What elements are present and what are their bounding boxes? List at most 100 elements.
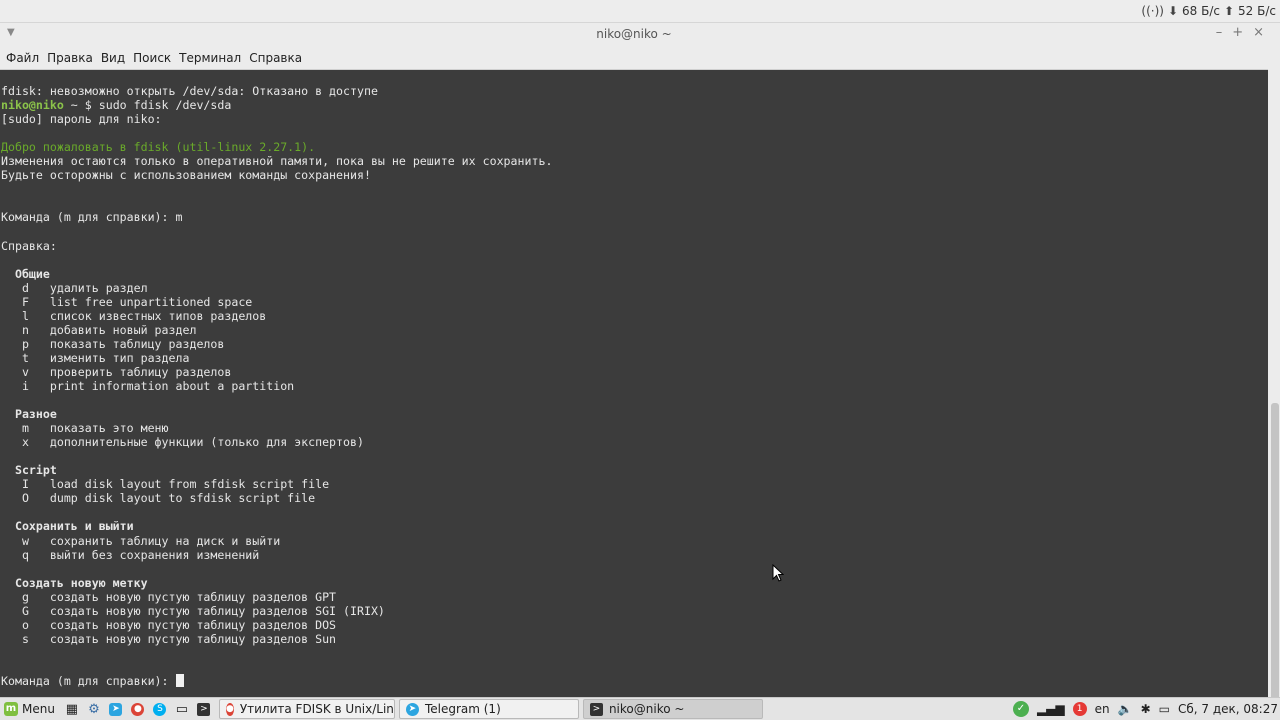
line-text: Изменения остаются только в оперативной … [1, 154, 553, 169]
menu-help[interactable]: Справка [246, 51, 307, 65]
taskbar: m Menu ▦ ⚙ ➤ ● S ▭ > ● Утилита FDISK в U… [0, 697, 1280, 720]
line-text: Создать новую метку [1, 575, 148, 590]
network-speed-indicator[interactable]: ((·)) ⬇ 68 Б/с ⬆ 52 Б/с [1141, 0, 1276, 22]
settings-icon[interactable]: ⚙ [84, 699, 104, 719]
minimize-icon[interactable]: – [1216, 25, 1223, 40]
terminal-line: g создать новую пустую таблицу разделов … [1, 590, 552, 604]
task-label: Утилита FDISK в Unix/Lin... [239, 702, 395, 716]
line-text: Команда (m для справки): m [1, 210, 183, 225]
menu-terminal[interactable]: Терминал [176, 51, 246, 65]
bluetooth-icon[interactable]: ✱ [1141, 702, 1151, 716]
line-text: Script [1, 463, 57, 478]
telegram-icon[interactable]: ➤ [106, 699, 126, 719]
menubar: Файл Правка Вид Поиск Терминал Справка [0, 47, 1271, 70]
show-desktop-icon[interactable]: ▭ [172, 699, 192, 719]
menu-edit[interactable]: Правка [44, 51, 98, 65]
clock[interactable]: Сб, 7 дек, 08:27 [1178, 702, 1278, 716]
terminal-line: fdisk: невозможно открыть /dev/sda: Отка… [1, 84, 552, 98]
window-controls: – + × [1216, 25, 1264, 40]
terminal-line: Справка: [1, 239, 552, 253]
chrome-icon[interactable]: ● [128, 699, 148, 719]
chrome-icon: ● [225, 702, 234, 716]
line-text: F list free unpartitioned space [1, 294, 253, 309]
terminal-line: O dump disk layout to sfdisk script file [1, 491, 552, 505]
line-text: Будьте осторожны с использованием команд… [1, 168, 371, 183]
terminal-line: Будьте осторожны с использованием команд… [1, 168, 552, 182]
line-text: Добро пожаловать в fdisk (util-linux 2.2… [1, 140, 316, 155]
prompt-user: niko@niko [1, 98, 64, 113]
line-text: x дополнительные функции (только для экс… [1, 435, 364, 450]
terminal-output[interactable]: fdisk: невозможно открыть /dev/sda: Отка… [0, 70, 1268, 696]
line-text: w сохранить таблицу на диск и выйти [1, 533, 281, 548]
update-manager-icon[interactable]: ✓ [1012, 701, 1029, 717]
task-telegram[interactable]: ➤ Telegram (1) [398, 699, 579, 719]
volume-icon[interactable]: 🔈 [1118, 702, 1133, 716]
download-speed: 68 Б/с [1182, 4, 1220, 18]
line-text: l список известных типов разделов [1, 308, 267, 323]
terminal-text: fdisk: невозможно открыть /dev/sda: Отка… [1, 84, 552, 688]
terminal-line: p показать таблицу разделов [1, 337, 552, 351]
terminal-line: [sudo] пароль для niko: [1, 112, 552, 126]
line-text: sudo fdisk /dev/sda [98, 98, 232, 113]
menu-search[interactable]: Поиск [130, 51, 176, 65]
line-text: t изменить тип раздела [1, 350, 190, 365]
upload-speed: 52 Б/с [1238, 4, 1276, 18]
line-text: Команда (m для справки): [1, 673, 176, 688]
menu-view[interactable]: Вид [98, 51, 130, 65]
task-chrome[interactable]: ● Утилита FDISK в Unix/Lin... [218, 699, 395, 719]
terminal-line: niko@niko ~ $ sudo fdisk /dev/sda [1, 98, 552, 112]
terminal-line: x дополнительные функции (только для экс… [1, 435, 552, 449]
window-titlebar[interactable]: ▼ niko@niko ~ – + × [0, 23, 1268, 47]
upload-arrow-icon: ⬆ [1223, 4, 1235, 18]
line-text: i print information about a partition [1, 378, 295, 393]
terminal-line: Сохранить и выйти [1, 519, 552, 533]
line-text: I load disk layout from sfdisk script fi… [1, 477, 330, 492]
network-bars-icon[interactable]: ▂▄▆ [1037, 702, 1065, 716]
line-text: fdisk: невозможно открыть /dev/sda: Отка… [1, 84, 378, 98]
terminal-line: t изменить тип раздела [1, 351, 552, 365]
scrollbar-thumb[interactable] [1271, 403, 1279, 720]
task-label: niko@niko ~ [608, 702, 685, 716]
terminal-line: d удалить раздел [1, 281, 552, 295]
terminal-launcher-icon[interactable]: > [194, 699, 214, 719]
line-text: Справка: [1, 238, 57, 253]
keyboard-layout[interactable]: en [1095, 702, 1110, 716]
system-tray: ✓ ▂▄▆ 1 en 🔈 ✱ ▭ Сб, 7 дек, 08:27 [1012, 698, 1278, 720]
battery-icon[interactable]: ▭ [1159, 702, 1170, 716]
mint-logo-icon: m [4, 702, 18, 716]
terminal-line: Создать новую метку [1, 576, 552, 590]
terminal-line: Команда (m для справки): m [1, 210, 552, 224]
terminal-line: Изменения остаются только в оперативной … [1, 154, 552, 168]
terminal-line: n добавить новый раздел [1, 323, 552, 337]
terminal-icon: > [589, 702, 603, 716]
task-terminal[interactable]: > niko@niko ~ [582, 699, 763, 719]
close-icon[interactable]: × [1253, 25, 1264, 40]
line-text: v проверить таблицу разделов [1, 364, 232, 379]
terminal-scrollbar[interactable] [1268, 23, 1280, 720]
line-text: Разное [1, 407, 57, 422]
line-text: Общие [1, 266, 50, 281]
notification-count[interactable]: 1 [1072, 702, 1087, 716]
terminal-line: Команда (m для справки): [1, 673, 552, 688]
terminal-line: Разное [1, 407, 552, 421]
terminal-line: Общие [1, 267, 552, 281]
task-label: Telegram (1) [424, 702, 501, 716]
terminal-line: w сохранить таблицу на диск и выйти [1, 534, 552, 548]
terminal-line: F list free unpartitioned space [1, 295, 552, 309]
line-text: d удалить раздел [1, 280, 148, 295]
terminal-line: m показать это меню [1, 421, 552, 435]
file-manager-icon[interactable]: ▦ [62, 699, 82, 719]
menu-file[interactable]: Файл [3, 51, 44, 65]
line-text: n добавить новый раздел [1, 322, 197, 337]
maximize-icon[interactable]: + [1232, 25, 1243, 40]
skype-icon[interactable]: S [150, 699, 170, 719]
start-menu-button[interactable]: m Menu [0, 698, 61, 720]
